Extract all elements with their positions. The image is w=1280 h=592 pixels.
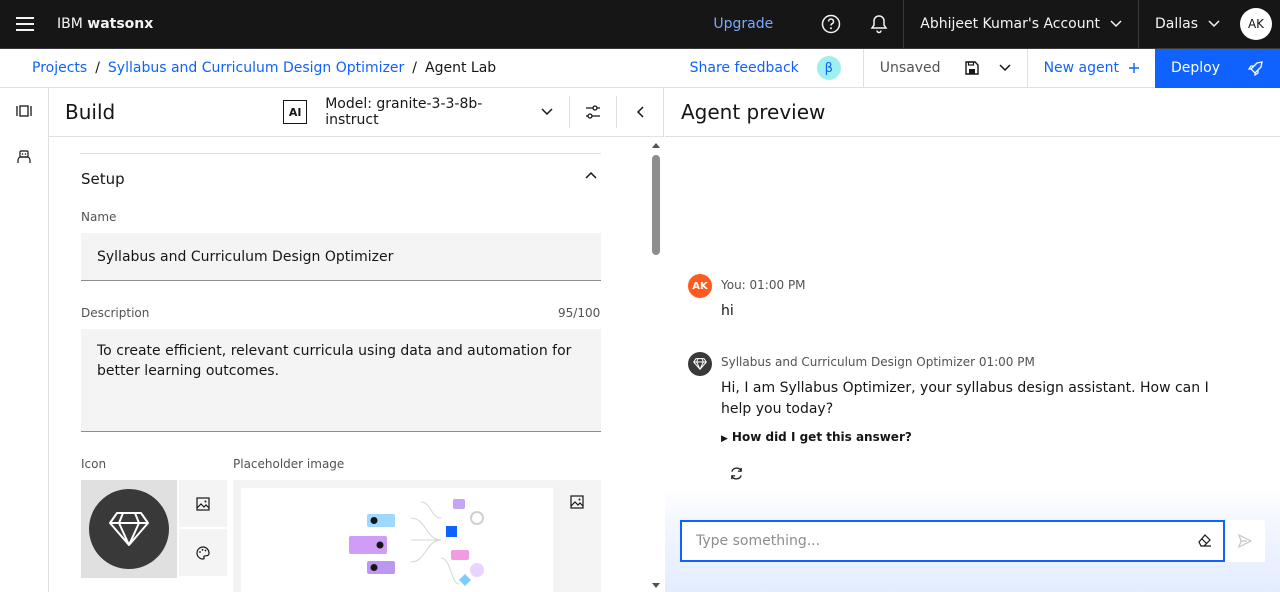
breadcrumb: Projects / Syllabus and Curriculum Desig… [0, 60, 496, 76]
model-selector[interactable]: Model: granite-3-3-8b-instruct [325, 96, 527, 128]
ai-badge: AI [283, 100, 308, 124]
notification-icon[interactable] [855, 0, 903, 48]
preview-title: Agent preview [665, 88, 1280, 137]
chat-input[interactable]: Type something... [680, 520, 1225, 562]
beta-badge: β [816, 56, 841, 80]
placeholder-image-label: Placeholder image [233, 457, 345, 471]
send-button[interactable] [1225, 520, 1265, 562]
description-counter: 95/100 [558, 306, 601, 320]
help-icon[interactable] [807, 0, 855, 48]
agent-message-meta: Syllabus and Curriculum Design Optimizer… [721, 355, 1035, 369]
scrollbar[interactable] [649, 137, 664, 592]
brand-name: watsonx [87, 16, 154, 32]
image-icon[interactable] [553, 480, 601, 524]
chevron-down-icon[interactable] [999, 64, 1011, 72]
palette-icon[interactable] [179, 529, 227, 576]
agent-icon-preview [81, 480, 177, 578]
eraser-icon[interactable] [1197, 532, 1213, 552]
build-panel: Build AI Model: granite-3-3-8b-instruct … [49, 88, 664, 592]
refresh-icon[interactable] [729, 466, 744, 485]
plus-icon [1129, 63, 1139, 73]
image-icon[interactable] [179, 480, 227, 527]
user-message: hi [721, 303, 734, 319]
upgrade-link[interactable]: Upgrade [713, 16, 773, 32]
user-message-meta: You: 01:00 PM [721, 278, 806, 292]
chevron-down-icon [1208, 20, 1220, 28]
status-text: Unsaved [879, 60, 941, 76]
account-name: Abhijeet Kumar's Account [920, 16, 1100, 32]
panel-icon[interactable] [0, 88, 48, 134]
chat-input-placeholder: Type something... [696, 533, 821, 549]
brand-prefix: IBM [57, 16, 83, 32]
save-status: Unsaved [862, 48, 1027, 88]
new-agent-label: New agent [1043, 60, 1119, 76]
menu-icon[interactable] [0, 0, 49, 48]
agent-message: Hi, I am Syllabus Optimizer, your syllab… [721, 380, 1209, 417]
chevron-down-icon[interactable] [541, 108, 553, 116]
scroll-down-icon[interactable] [652, 583, 660, 588]
deploy-button[interactable]: Deploy [1155, 48, 1280, 88]
secondary-bar: Projects / Syllabus and Curriculum Desig… [0, 48, 1280, 88]
build-form: Setup Name Syllabus and Curriculum Desig… [49, 137, 649, 592]
breadcrumb-separator: / [412, 60, 418, 76]
description-label: Description [81, 306, 150, 320]
region-switcher[interactable]: Dallas [1137, 0, 1236, 48]
setup-section-title[interactable]: Setup [81, 170, 125, 188]
share-feedback-link[interactable]: Share feedback [690, 60, 799, 76]
chevron-left-icon[interactable] [617, 88, 663, 136]
agent-icon[interactable] [0, 134, 48, 180]
region-name: Dallas [1154, 16, 1198, 32]
name-label: Name [81, 210, 117, 224]
description-field[interactable]: To create efficient, relevant curricula … [81, 329, 601, 432]
build-title: Build [65, 100, 116, 124]
breadcrumb-projects[interactable]: Projects [32, 60, 87, 76]
placeholder-image [233, 480, 601, 592]
top-nav: IBM watsonx Upgrade Abhijeet Kumar's Acc… [0, 0, 1280, 49]
breadcrumb-separator: / [95, 60, 100, 76]
build-header: Build AI Model: granite-3-3-8b-instruct [49, 88, 663, 137]
diamond-icon [688, 352, 712, 376]
scroll-up-icon[interactable] [652, 143, 660, 148]
how-answer-label: How did I get this answer? [731, 430, 912, 444]
diamond-icon [89, 489, 169, 569]
placeholder-illustration [241, 488, 553, 592]
name-field[interactable]: Syllabus and Curriculum Design Optimizer [81, 233, 601, 281]
chevron-up-icon[interactable] [585, 171, 597, 179]
user-avatar: AK [688, 274, 712, 298]
icon-label: Icon [81, 457, 107, 471]
avatar[interactable]: AK [1240, 8, 1272, 40]
account-switcher[interactable]: Abhijeet Kumar's Account [903, 0, 1138, 48]
new-agent-button[interactable]: New agent [1026, 48, 1155, 88]
agent-preview-panel: Agent preview AK You: 01:00 PM hi Syllab… [665, 88, 1280, 592]
breadcrumb-current: Agent Lab [425, 60, 497, 76]
save-icon[interactable] [964, 61, 979, 75]
send-icon [1238, 534, 1252, 548]
product-name[interactable]: IBM watsonx [57, 16, 153, 32]
rocket-icon [1248, 61, 1263, 76]
chevron-down-icon [1110, 20, 1122, 28]
how-answer-toggle[interactable]: ▶ How did I get this answer? [721, 430, 912, 444]
scroll-thumb[interactable] [652, 155, 660, 255]
settings-sliders-icon[interactable] [570, 88, 616, 136]
breadcrumb-project[interactable]: Syllabus and Curriculum Design Optimizer [108, 60, 404, 76]
deploy-label: Deploy [1171, 60, 1221, 76]
left-rail [0, 88, 49, 592]
